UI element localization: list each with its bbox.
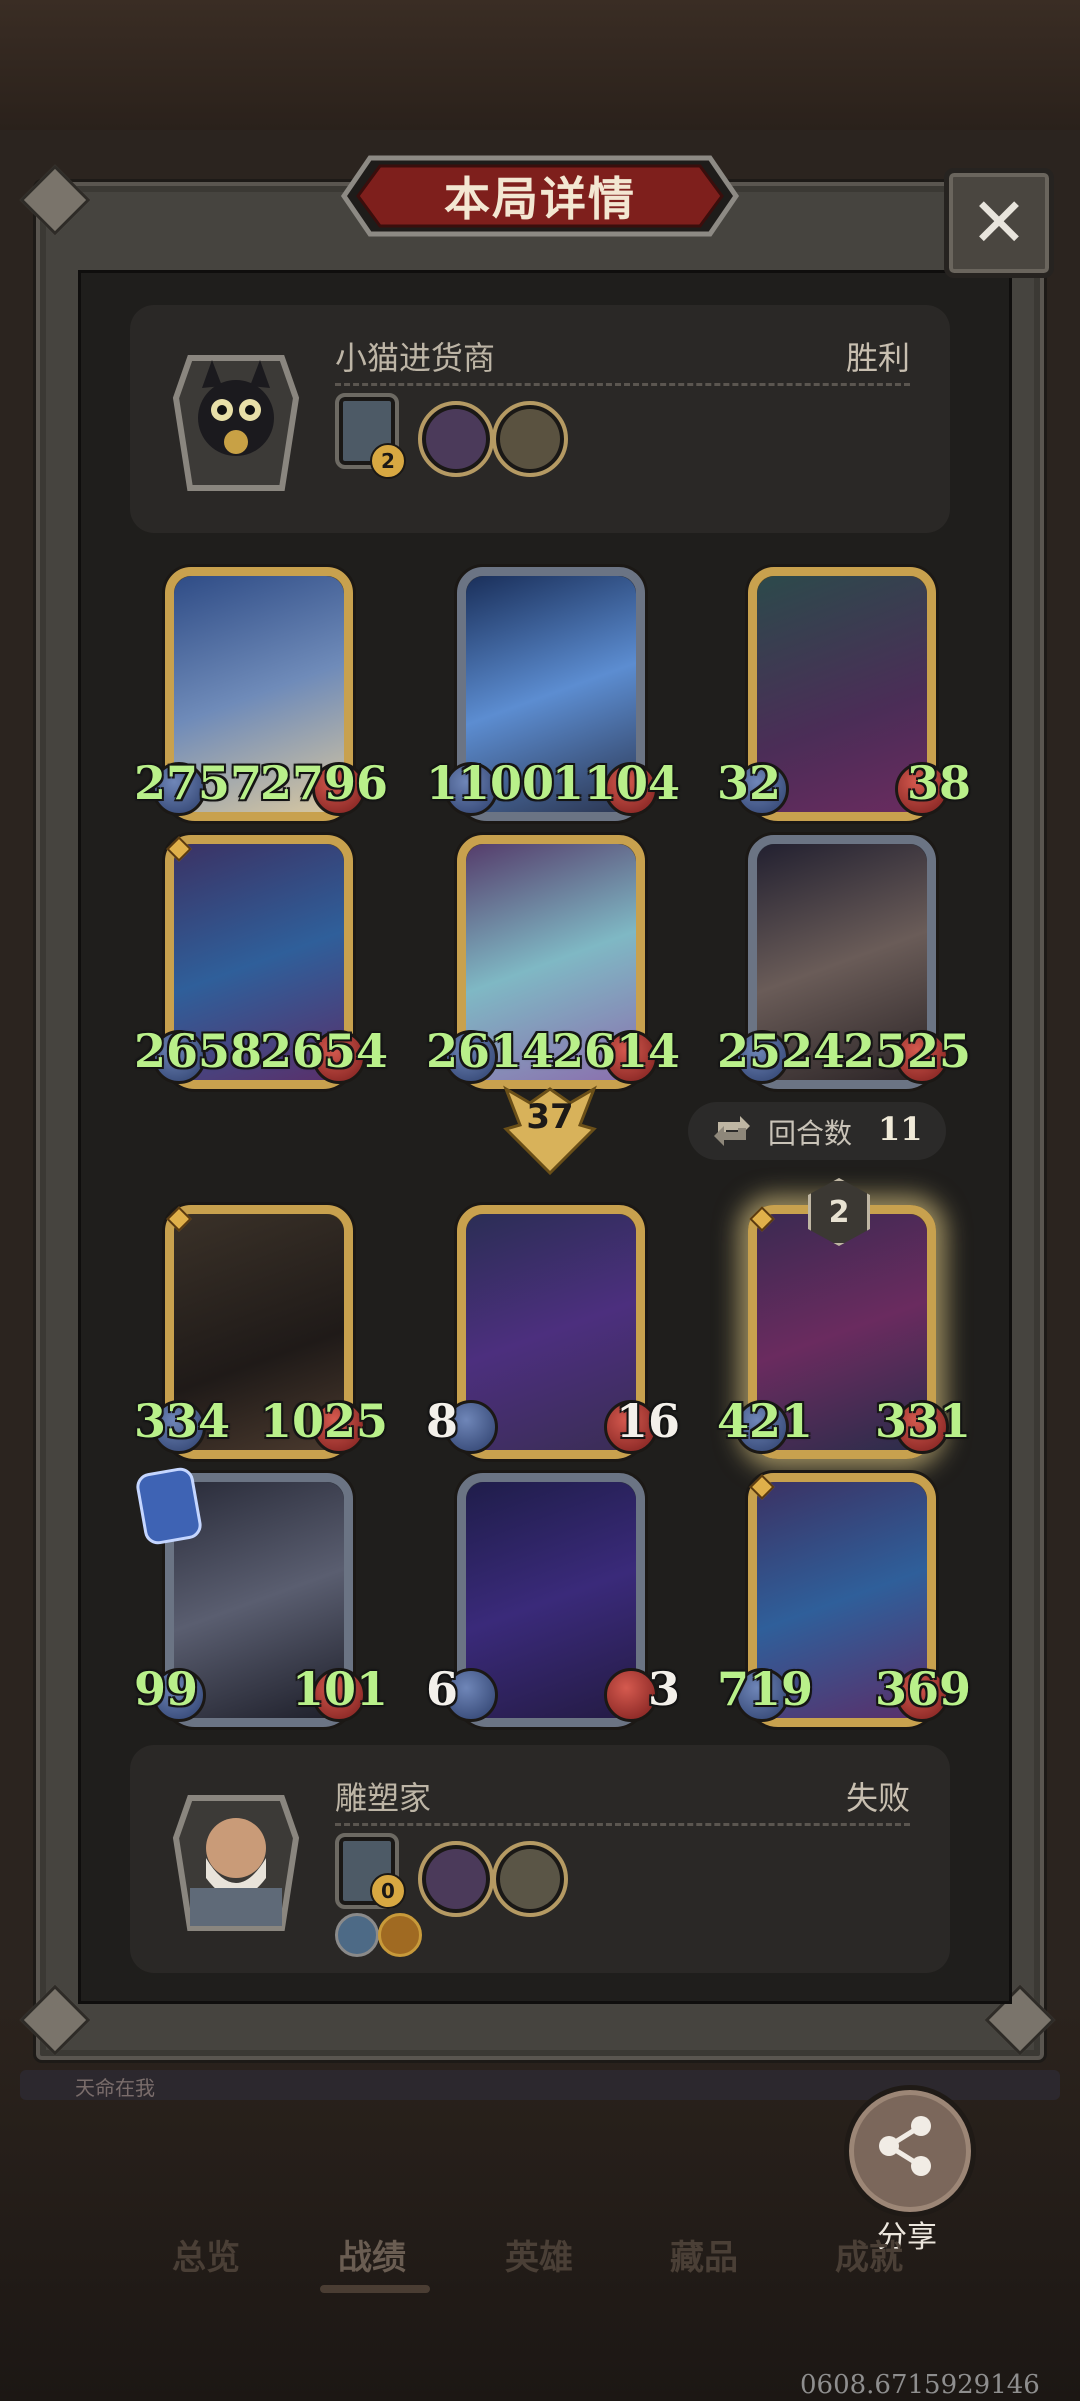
winner-unit-card[interactable]: 1100 1104 [426,567,680,821]
loser-unit-card[interactable]: 719 369 [717,1473,971,1727]
health-value: 38 [906,756,971,810]
relic-level-badge: 2 [370,443,406,479]
relic-level-badge: 0 [370,1873,406,1909]
attack-value: 1100 [426,756,555,810]
share-button[interactable] [844,2085,976,2217]
health-value: 331 [874,1394,971,1448]
attack-value: 2524 [717,1024,846,1078]
player-result: 失败 [845,1779,910,1817]
attack-value: 8 [426,1394,459,1448]
rounds-icon [714,1116,750,1146]
player-summary-winner: 小猫进货商 胜利 2 [130,305,950,533]
tab-heroes[interactable]: 英雄 [505,2230,573,2279]
health-value: 1104 [551,756,680,810]
attack-value: 2658 [134,1024,263,1078]
attack-value: 2757 [134,756,263,810]
attack-value: 99 [134,1662,199,1716]
health-value: 369 [874,1662,971,1716]
health-value: 2525 [842,1024,971,1078]
divider [335,383,910,386]
gift-box-icon[interactable] [418,1841,494,1917]
close-icon: ✕ [970,183,1028,263]
attack-value: 6 [426,1662,459,1716]
tab-overview[interactable]: 总览 [172,2230,240,2279]
attack-value: 719 [717,1662,814,1716]
tab-achievements[interactable]: 成就 [835,2230,903,2279]
horn-icon[interactable] [378,1913,422,1957]
top-background [0,0,1080,130]
rounds-label: 回合数 [768,1117,853,1150]
attack-value: 334 [134,1394,231,1448]
loser-unit-card[interactable]: 8 16 [426,1205,680,1459]
health-value: 2654 [259,1024,388,1078]
share-icon [879,2116,931,2176]
winner-unit-card[interactable]: 2658 2654 [134,835,388,1089]
winner-unit-card[interactable]: 32 38 [717,567,971,821]
page-title: 本局详情 [444,172,636,226]
tab-records[interactable]: 战绩 [338,2230,406,2279]
player-summary-loser: 雕塑家 失败 0 [130,1745,950,1973]
health-value: 2796 [259,756,388,810]
user-id: 0608.6715929146 [800,2370,1040,2400]
winner-unit-card[interactable]: 2524 2525 [717,835,971,1089]
sculptor-avatar[interactable] [170,1778,302,1934]
player-result: 胜利 [845,339,910,377]
chain-link-icon [134,1465,204,1547]
winner-unit-card[interactable]: 2614 2614 [426,835,680,1089]
rounds-count: 11 [878,1110,923,1148]
health-value: 101 [291,1662,388,1716]
sword-icon[interactable] [335,1913,379,1957]
attack-value: 32 [717,756,782,810]
potion-bag-icon[interactable] [492,1841,568,1917]
divider [335,1823,910,1826]
round-counter: 回合数 11 [688,1102,946,1160]
loser-unit-card[interactable]: 63 [426,1473,680,1727]
loser-unit-card[interactable]: 334 1025 [134,1205,388,1459]
close-button[interactable]: ✕ [944,168,1054,278]
active-tab-indicator [320,2285,430,2293]
dice-icon[interactable] [492,401,568,477]
health-value: 16 [615,1394,680,1448]
bottom-tab-bar: 总览 战绩 英雄 藏品 成就 [0,2230,1080,2290]
winner-unit-card[interactable]: 2757 2796 [134,567,388,821]
player-name: 小猫进货商 [335,339,496,377]
attack-value: 421 [717,1394,814,1448]
title-banner: 本局详情 [340,152,740,240]
health-value: 2614 [551,1024,680,1078]
tab-collection[interactable]: 藏品 [670,2230,738,2279]
event-strip-text: 天命在我 [75,2076,155,2100]
gift-box-icon[interactable] [418,401,494,477]
player-name: 雕塑家 [335,1779,432,1817]
health-value: 3 [647,1662,680,1716]
cat-merchant-avatar[interactable] [170,338,302,494]
damage-value: 37 [526,1097,574,1137]
health-value: 1025 [259,1394,388,1448]
attack-value: 2614 [426,1024,555,1078]
